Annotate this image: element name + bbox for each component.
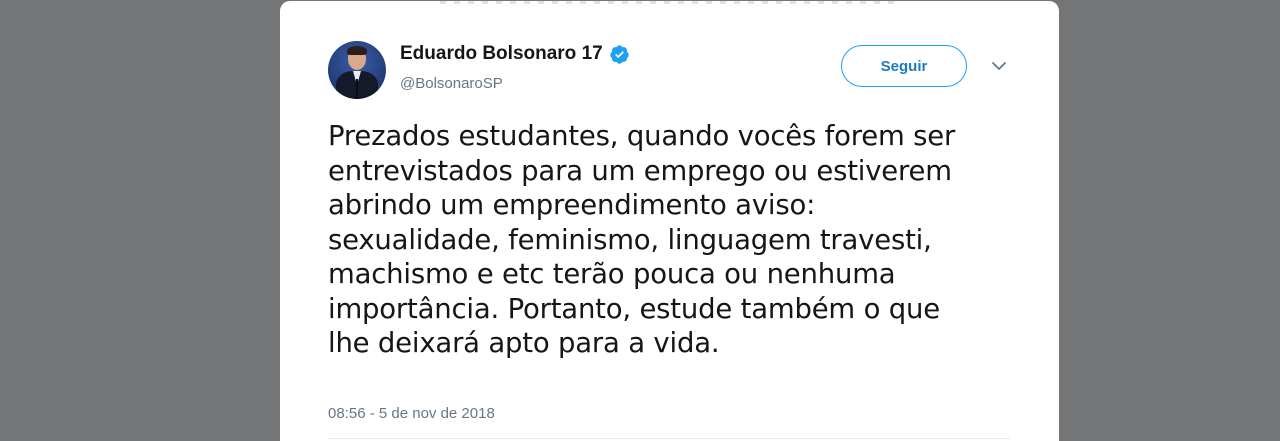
- page-backdrop: Eduardo Bolsonaro 17 @BolsonaroSP Seguir…: [0, 0, 1280, 441]
- chevron-down-icon[interactable]: [990, 59, 1008, 73]
- microphone-icon: [356, 79, 358, 99]
- avatar[interactable]: [328, 41, 386, 99]
- author-display-name[interactable]: Eduardo Bolsonaro 17: [400, 43, 603, 65]
- tweet-timestamp[interactable]: 08:56 - 5 de nov de 2018: [328, 405, 495, 422]
- tweet-card: Eduardo Bolsonaro 17 @BolsonaroSP Seguir…: [280, 1, 1059, 441]
- verified-badge-icon: [610, 44, 629, 64]
- divider: [328, 438, 1010, 439]
- tweet-text: Prezados estudantes, quando vocês forem …: [328, 120, 956, 359]
- author-name-row[interactable]: Eduardo Bolsonaro 17: [400, 43, 630, 65]
- author-handle[interactable]: @BolsonaroSP: [400, 75, 503, 92]
- avatar-hair-shape: [347, 46, 367, 55]
- follow-button[interactable]: Seguir: [841, 45, 967, 87]
